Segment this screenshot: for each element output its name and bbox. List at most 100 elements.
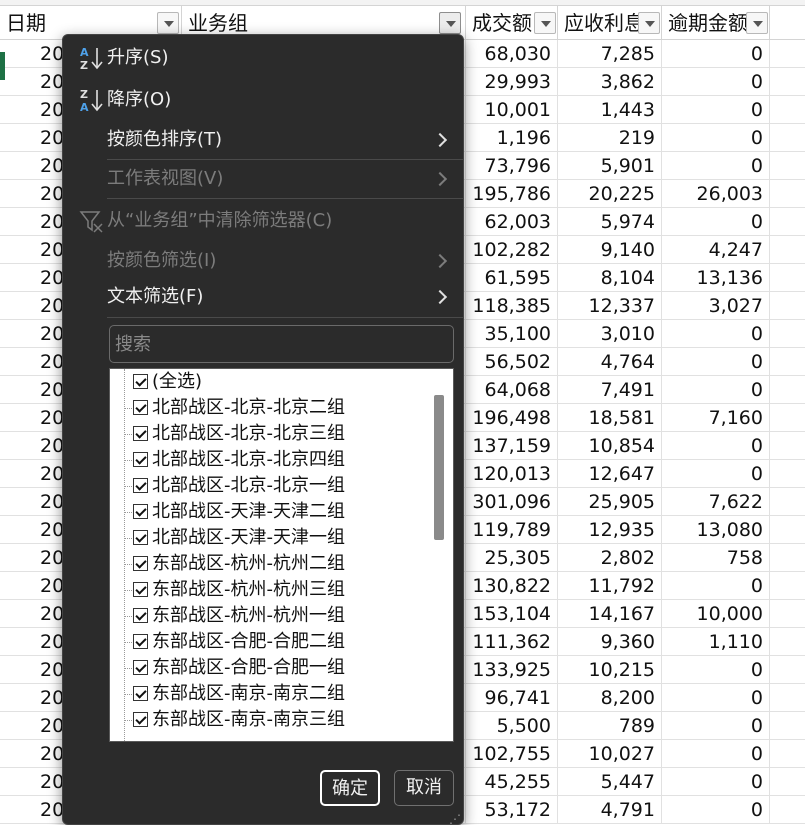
cell-interest[interactable]: 18,581 [558, 404, 662, 432]
filter-dropdown-button-date[interactable] [157, 12, 179, 34]
checkbox-checked[interactable] [133, 712, 148, 727]
cell-interest[interactable]: 11,792 [558, 572, 662, 600]
cell-amount[interactable]: 68,030 [466, 40, 558, 68]
cell-interest[interactable]: 7,491 [558, 376, 662, 404]
cell-overdue[interactable]: 26,003 [662, 180, 770, 208]
scrollbar-thumb[interactable] [434, 395, 444, 540]
cell-interest[interactable]: 20,225 [558, 180, 662, 208]
cell-interest[interactable]: 5,447 [558, 768, 662, 796]
cell-overdue[interactable]: 0 [662, 40, 770, 68]
cell-amount[interactable]: 120,013 [466, 460, 558, 488]
vertical-scrollbar[interactable] [427, 369, 453, 741]
cell-interest[interactable]: 3,010 [558, 320, 662, 348]
cell-overdue[interactable]: 13,136 [662, 264, 770, 292]
cell-amount[interactable]: 111,362 [466, 628, 558, 656]
list-item[interactable]: 东部战区-南京-南京三组 [110, 707, 426, 733]
list-item[interactable]: 北部战区-北京-北京一组 [110, 473, 426, 499]
search-input[interactable] [109, 325, 454, 363]
checkbox-checked[interactable] [133, 660, 148, 675]
list-item[interactable]: 东部战区-合肥-合肥二组 [110, 629, 426, 655]
cell-interest[interactable]: 12,647 [558, 460, 662, 488]
cell-overdue[interactable]: 0 [662, 460, 770, 488]
cell-overdue[interactable]: 7,160 [662, 404, 770, 432]
cell-overdue[interactable]: 758 [662, 544, 770, 572]
menu-item-sort-by-color[interactable]: 按颜色排序(T) [63, 121, 463, 159]
cell-amount[interactable]: 29,993 [466, 68, 558, 96]
cell-amount[interactable]: 102,755 [466, 740, 558, 768]
list-item[interactable]: 东部战区-合肥-合肥一组 [110, 655, 426, 681]
cell-amount[interactable]: 64,068 [466, 376, 558, 404]
list-item[interactable]: 东部战区-杭州-杭州三组 [110, 577, 426, 603]
list-item[interactable]: 东部战区-杭州-杭州一组 [110, 603, 426, 629]
cell-interest[interactable]: 8,104 [558, 264, 662, 292]
cell-interest[interactable]: 4,764 [558, 348, 662, 376]
cell-interest[interactable]: 3,862 [558, 68, 662, 96]
cell-interest[interactable]: 5,974 [558, 208, 662, 236]
cell-overdue[interactable]: 13,080 [662, 516, 770, 544]
filter-dropdown-button-overdue[interactable] [746, 12, 768, 34]
cell-interest[interactable]: 1,443 [558, 96, 662, 124]
filter-dropdown-button-interest[interactable] [638, 12, 660, 34]
cell-overdue[interactable]: 0 [662, 768, 770, 796]
cell-interest[interactable]: 12,337 [558, 292, 662, 320]
cell-amount[interactable]: 119,789 [466, 516, 558, 544]
checkbox-checked[interactable] [133, 426, 148, 441]
cell-amount[interactable]: 133,925 [466, 656, 558, 684]
checkbox-checked[interactable] [133, 530, 148, 545]
cell-interest[interactable]: 7,285 [558, 40, 662, 68]
resize-grip-icon[interactable] [449, 810, 461, 825]
checkbox-checked[interactable] [133, 582, 148, 597]
cell-interest[interactable]: 219 [558, 124, 662, 152]
checkbox-checked[interactable] [133, 634, 148, 649]
cell-overdue[interactable]: 1,110 [662, 628, 770, 656]
list-item[interactable]: 北部战区-北京-北京四组 [110, 447, 426, 473]
cell-amount[interactable]: 73,796 [466, 152, 558, 180]
list-item[interactable]: 东部战区-杭州-杭州二组 [110, 551, 426, 577]
cell-interest[interactable]: 8,200 [558, 684, 662, 712]
checkbox-checked[interactable] [133, 400, 148, 415]
cell-amount[interactable]: 10,001 [466, 96, 558, 124]
cell-amount[interactable]: 130,822 [466, 572, 558, 600]
cell-amount[interactable]: 102,282 [466, 236, 558, 264]
cell-amount[interactable]: 1,196 [466, 124, 558, 152]
cell-overdue[interactable]: 0 [662, 796, 770, 824]
cell-interest[interactable]: 10,854 [558, 432, 662, 460]
cell-amount[interactable]: 96,741 [466, 684, 558, 712]
list-item-select-all[interactable]: (全选) [110, 369, 426, 395]
cell-interest[interactable]: 4,791 [558, 796, 662, 824]
list-item[interactable]: 北部战区-北京-北京二组 [110, 395, 426, 421]
cell-overdue[interactable]: 0 [662, 96, 770, 124]
cancel-button[interactable]: 取消 [394, 770, 454, 806]
filter-dropdown-button-group[interactable] [439, 12, 461, 34]
checkbox-checked[interactable] [133, 686, 148, 701]
ok-button[interactable]: 确定 [320, 770, 380, 806]
cell-interest[interactable]: 5,901 [558, 152, 662, 180]
cell-overdue[interactable]: 0 [662, 68, 770, 96]
checkbox-checked[interactable] [133, 608, 148, 623]
cell-amount[interactable]: 301,096 [466, 488, 558, 516]
cell-overdue[interactable]: 0 [662, 124, 770, 152]
cell-overdue[interactable]: 0 [662, 320, 770, 348]
list-item[interactable]: 东部战区-南京-南京二组 [110, 681, 426, 707]
cell-interest[interactable]: 14,167 [558, 600, 662, 628]
cell-overdue[interactable]: 3,027 [662, 292, 770, 320]
cell-amount[interactable]: 25,305 [466, 544, 558, 572]
cell-overdue[interactable]: 0 [662, 348, 770, 376]
checkbox-checked[interactable] [133, 374, 148, 389]
cell-amount[interactable]: 153,104 [466, 600, 558, 628]
list-item[interactable]: 北部战区-天津-天津二组 [110, 499, 426, 525]
cell-interest[interactable]: 2,802 [558, 544, 662, 572]
cell-interest[interactable]: 25,905 [558, 488, 662, 516]
cell-overdue[interactable]: 0 [662, 740, 770, 768]
cell-amount[interactable]: 61,595 [466, 264, 558, 292]
cell-amount[interactable]: 62,003 [466, 208, 558, 236]
cell-amount[interactable]: 5,500 [466, 712, 558, 740]
list-item[interactable]: 北部战区-北京-北京三组 [110, 421, 426, 447]
cell-overdue[interactable]: 10,000 [662, 600, 770, 628]
cell-amount[interactable]: 35,100 [466, 320, 558, 348]
cell-overdue[interactable]: 7,622 [662, 488, 770, 516]
cell-interest[interactable]: 9,360 [558, 628, 662, 656]
cell-overdue[interactable]: 0 [662, 572, 770, 600]
cell-overdue[interactable]: 0 [662, 432, 770, 460]
cell-amount[interactable]: 195,786 [466, 180, 558, 208]
